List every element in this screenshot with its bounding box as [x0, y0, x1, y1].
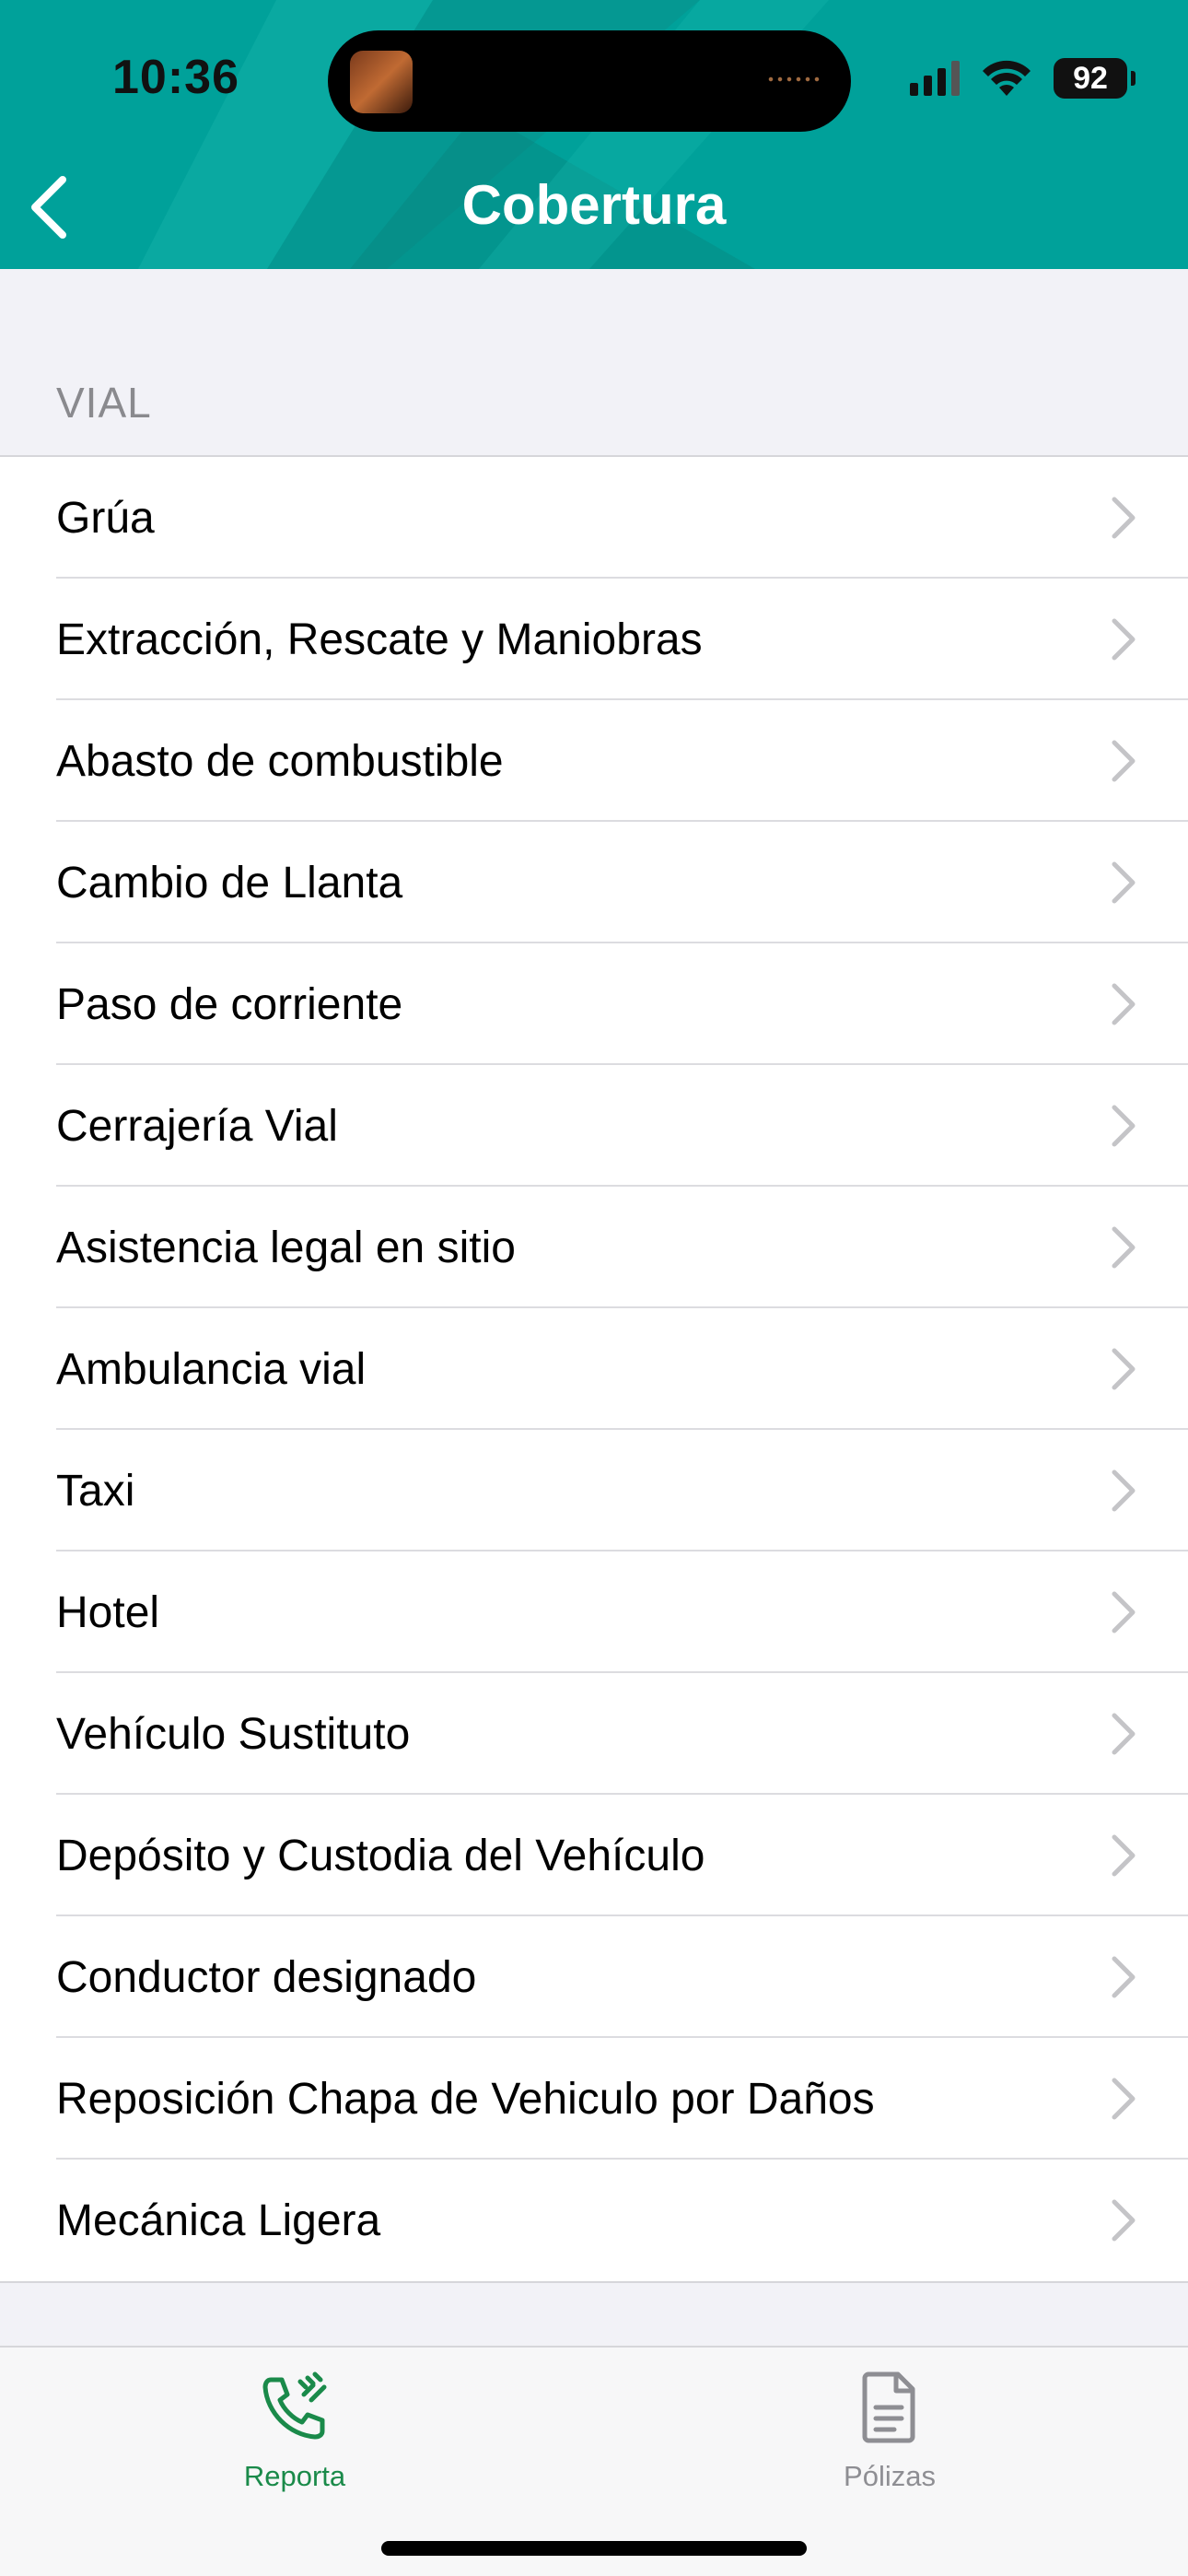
list-item-label: Cerrajería Vial — [56, 1101, 338, 1151]
list-item-label: Abasto de combustible — [56, 736, 504, 786]
chevron-right-icon — [1112, 983, 1136, 1025]
list-item[interactable]: Depósito y Custodia del Vehículo — [0, 1795, 1188, 1916]
list-item-label: Mecánica Ligera — [56, 2195, 381, 2245]
list-item[interactable]: Conductor designado — [0, 1916, 1188, 2038]
chevron-right-icon — [1112, 2199, 1136, 2242]
list-item[interactable]: Paso de corriente — [0, 943, 1188, 1065]
list-item-label: Grúa — [56, 493, 155, 543]
list-item-label: Cambio de Llanta — [56, 858, 403, 907]
page-title: Cobertura — [461, 174, 727, 236]
list-item[interactable]: Vehículo Sustituto — [0, 1673, 1188, 1795]
list-item[interactable]: Hotel — [0, 1551, 1188, 1673]
tab-label-polizas: Pólizas — [844, 2460, 936, 2492]
list-item[interactable]: Taxi — [0, 1430, 1188, 1551]
chevron-right-icon — [1112, 1834, 1136, 1877]
chevron-right-icon — [1112, 1348, 1136, 1390]
chevron-right-icon — [1112, 1105, 1136, 1147]
status-time: 10:36 — [112, 51, 239, 104]
chevron-right-icon — [1112, 2078, 1136, 2120]
chevron-right-icon — [1112, 1713, 1136, 1755]
list-item[interactable]: Reposición Chapa de Vehiculo por Daños — [0, 2038, 1188, 2160]
section-header-vial: VIAL — [56, 379, 152, 427]
home-indicator[interactable] — [381, 2541, 807, 2556]
list-item-label: Ambulancia vial — [56, 1344, 367, 1394]
list-item-label: Reposición Chapa de Vehiculo por Daños — [56, 2074, 875, 2124]
chevron-right-icon — [1112, 861, 1136, 904]
phone-call-icon — [157, 2366, 433, 2449]
chevron-right-icon — [1112, 740, 1136, 782]
list-item-label: Asistencia legal en sitio — [56, 1223, 516, 1272]
list-item-label: Paso de corriente — [56, 979, 403, 1029]
navigation-header: 10:36 92 Cobertura — [0, 0, 1188, 269]
chevron-right-icon — [1112, 497, 1136, 539]
list-item-label: Hotel — [56, 1587, 160, 1637]
list-item[interactable]: Abasto de combustible — [0, 700, 1188, 822]
list-item-label: Conductor designado — [56, 1952, 477, 2002]
list-item[interactable]: Extracción, Rescate y Maniobras — [0, 579, 1188, 700]
screen: 10:36 92 Cobertura VIAL Grúa Extracción,… — [0, 0, 1188, 2576]
chevron-right-icon — [1112, 1226, 1136, 1269]
dynamic-island — [328, 30, 851, 132]
list-item-label: Depósito y Custodia del Vehículo — [56, 1831, 705, 1880]
coverage-list: Grúa Extracción, Rescate y Maniobras Abast… — [0, 455, 1188, 2283]
wifi-icon — [983, 60, 1031, 96]
tab-reporta[interactable]: Reporta — [157, 2366, 433, 2493]
list-item-label: Extracción, Rescate y Maniobras — [56, 615, 703, 664]
list-item[interactable]: Ambulancia vial — [0, 1308, 1188, 1430]
list-item[interactable]: Grúa — [0, 457, 1188, 579]
chevron-right-icon — [1112, 1469, 1136, 1512]
tab-label-reporta: Reporta — [243, 2460, 346, 2492]
chevron-right-icon — [1112, 1956, 1136, 1998]
list-item[interactable]: Asistencia legal en sitio — [0, 1187, 1188, 1308]
chevron-right-icon — [1112, 1591, 1136, 1633]
battery-icon: 92 — [1054, 58, 1136, 99]
chevron-right-icon — [1112, 618, 1136, 661]
status-indicators: 92 — [910, 55, 1136, 101]
live-activity-dots-icon — [766, 76, 823, 82]
list-item[interactable]: Cambio de Llanta — [0, 822, 1188, 943]
document-icon — [751, 2366, 1028, 2449]
list-item-label: Taxi — [56, 1466, 135, 1516]
list-item[interactable]: Mecánica Ligera — [0, 2160, 1188, 2281]
battery-level: 92 — [1073, 60, 1108, 96]
live-activity-app-icon[interactable] — [350, 51, 413, 113]
tab-polizas[interactable]: Pólizas — [751, 2366, 1028, 2493]
list-item-label: Vehículo Sustituto — [56, 1709, 411, 1759]
cellular-signal-icon — [910, 61, 960, 96]
list-item[interactable]: Cerrajería Vial — [0, 1065, 1188, 1187]
